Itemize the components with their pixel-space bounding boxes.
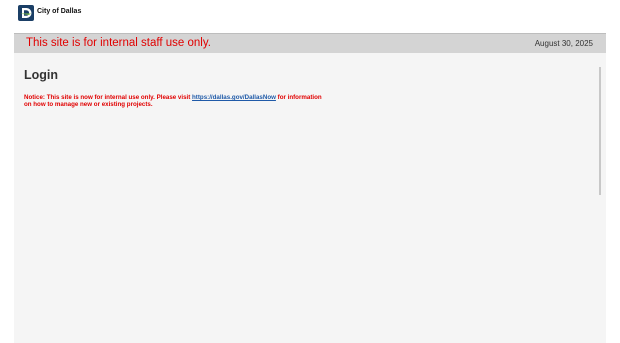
content-scrollbar[interactable]: [599, 67, 601, 195]
dallas-now-link[interactable]: https://dallas.gov/DallasNow: [192, 94, 276, 101]
login-notice: Notice: This site is now for internal us…: [24, 94, 324, 108]
main-content: Login Notice: This site is now for inter…: [14, 53, 606, 343]
page-title: Login: [24, 68, 59, 82]
banner-message: This site is for internal staff use only…: [26, 37, 211, 49]
city-of-dallas-logo-icon[interactable]: [18, 5, 34, 21]
banner-date: August 30, 2025: [534, 39, 593, 48]
org-name[interactable]: City of Dallas: [37, 8, 81, 15]
internal-use-banner: This site is for internal staff use only…: [14, 33, 606, 54]
site-header: City of Dallas: [0, 0, 620, 33]
notice-text-prefix: Notice: This site is now for internal us…: [24, 94, 193, 101]
